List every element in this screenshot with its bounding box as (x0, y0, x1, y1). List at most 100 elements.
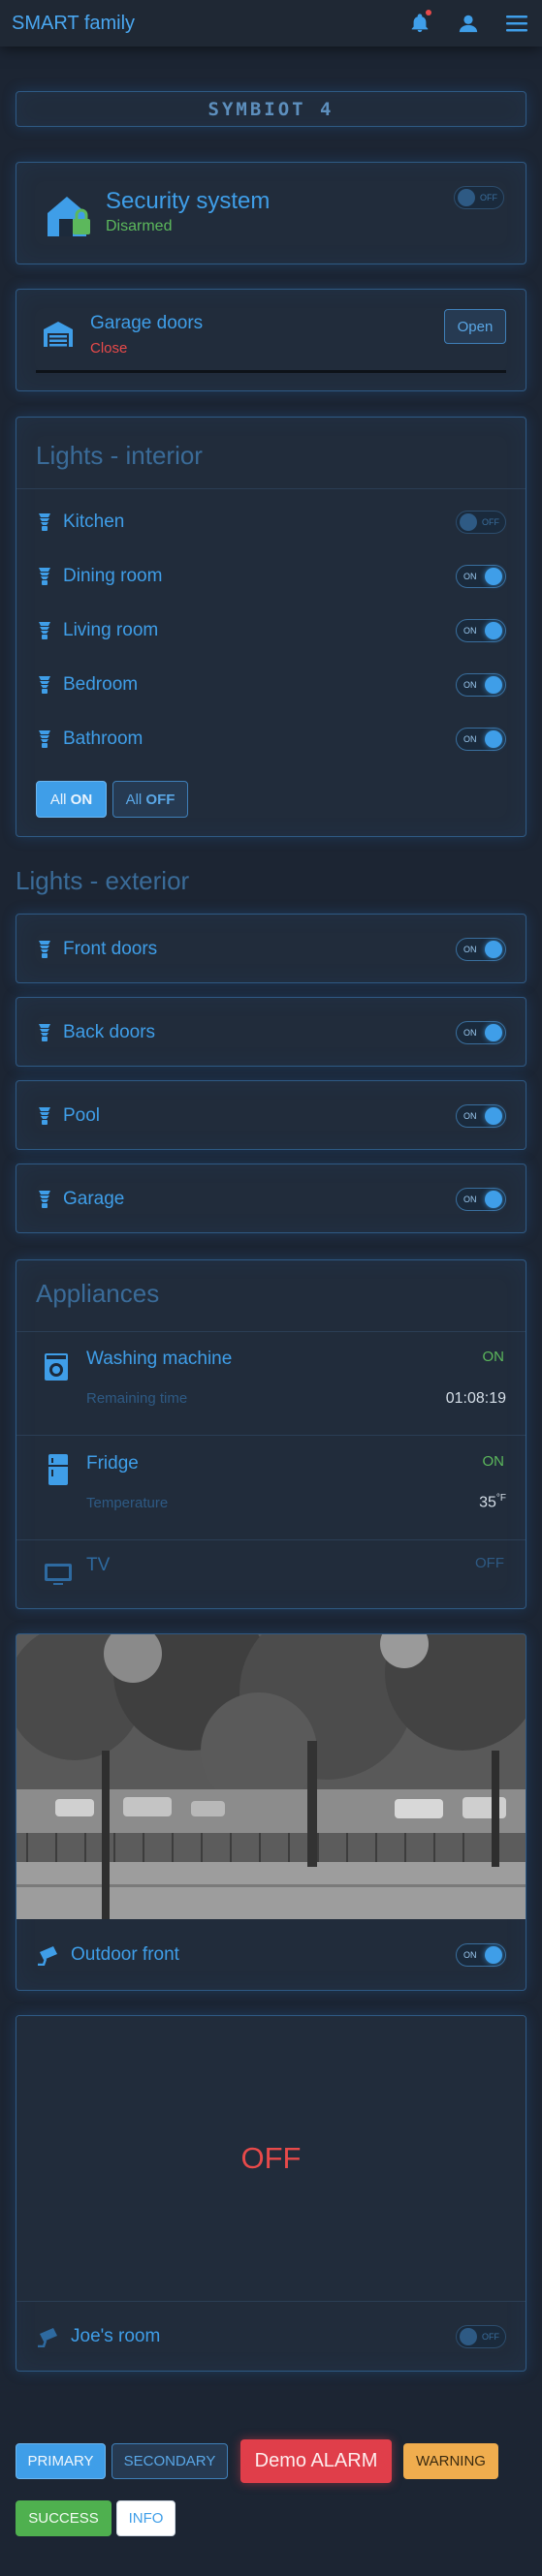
toggle-knob (460, 2327, 477, 2345)
bedroom-toggle[interactable]: ON (456, 673, 506, 697)
bulb-icon (36, 512, 53, 533)
light-card-garage: Garage ON (16, 1164, 526, 1233)
app-title: SMART family (12, 12, 136, 34)
camera-row-outdoor-front: Outdoor front ON (16, 1919, 526, 1990)
garage-doors-status: Close (90, 340, 128, 357)
all-off-bold: OFF (145, 791, 175, 808)
toggle-text: OFF (480, 193, 497, 202)
info-button[interactable]: INFO (116, 2500, 175, 2536)
all-off-prefix: All (125, 791, 143, 808)
toggle-text: ON (463, 680, 477, 690)
toggle-knob (485, 941, 502, 958)
secondary-button[interactable]: SECONDARY (112, 2443, 228, 2479)
toggle-knob (485, 730, 502, 748)
toggle-knob (460, 513, 477, 531)
security-status: Disarmed (106, 218, 173, 234)
bulb-icon (36, 674, 53, 696)
demo-alarm-button[interactable]: Demo ALARM (240, 2439, 392, 2483)
light-label: Pool (63, 1105, 101, 1126)
camera-label: Outdoor front (71, 1943, 179, 1965)
section-divider (16, 1539, 526, 1540)
camera-outdoor-front-card: Outdoor front ON (16, 1633, 526, 1991)
light-row-front-doors: Front doors ON (16, 915, 526, 984)
toggle-knob (485, 1024, 502, 1041)
toggle-text: ON (463, 1195, 477, 1204)
washing-machine-label: Washing machine (86, 1349, 233, 1369)
garage-doors-card: Garage doors Close Open (16, 289, 526, 391)
temperature-unit: °F (495, 1493, 506, 1504)
toggle-knob (485, 676, 502, 694)
menu-icon[interactable] (503, 10, 530, 37)
appliances-card: Appliances Washing machine ON Remaining … (16, 1259, 526, 1609)
dining-room-toggle[interactable]: ON (456, 565, 506, 588)
light-row-living-room: Living room ON (16, 605, 526, 656)
tv-label: TV (86, 1555, 111, 1575)
section-divider (16, 1331, 526, 1332)
fridge-label: Fridge (86, 1453, 139, 1474)
toggle-knob (485, 622, 502, 639)
washing-machine-status: ON (482, 1349, 505, 1365)
light-label: Bathroom (63, 729, 143, 749)
joes-room-toggle[interactable]: OFF (456, 2324, 506, 2348)
garage-open-button[interactable]: Open (444, 309, 506, 344)
primary-button[interactable]: PRIMARY (16, 2443, 106, 2479)
garage-toggle[interactable]: ON (456, 1188, 506, 1211)
outdoor-front-toggle[interactable]: ON (456, 1942, 506, 1967)
light-row-bathroom: Bathroom ON (16, 714, 526, 764)
lights-interior-title: Lights - interior (36, 441, 203, 470)
pool-toggle[interactable]: ON (456, 1104, 506, 1128)
garage-icon (42, 320, 75, 354)
toggle-text: ON (463, 734, 477, 744)
security-system-card: Security system Disarmed OFF (16, 162, 526, 264)
light-row-bedroom: Bedroom ON (16, 660, 526, 710)
all-on-prefix: All (49, 791, 67, 808)
fridge-icon (48, 1453, 69, 1491)
bulb-icon (36, 1022, 53, 1043)
living-room-toggle[interactable]: ON (456, 619, 506, 642)
camera-label: Joe's room (71, 2325, 161, 2346)
toggle-text: OFF (482, 2331, 499, 2342)
light-card-front-doors: Front doors ON (16, 914, 526, 983)
toggle-knob (485, 1945, 502, 1964)
toggle-text: ON (463, 1028, 477, 1038)
section-divider (16, 488, 526, 489)
all-off-button[interactable]: All OFF (112, 781, 188, 818)
toggle-knob (485, 1107, 502, 1125)
light-row-kitchen: Kitchen OFF (16, 497, 526, 547)
light-label: Bedroom (63, 674, 139, 695)
light-label: Kitchen (63, 512, 125, 532)
bulb-icon (36, 1105, 53, 1127)
security-toggle[interactable]: OFF (454, 186, 504, 209)
all-on-button[interactable]: All ON (36, 781, 107, 818)
warning-button[interactable]: WARNING (403, 2443, 498, 2479)
light-label: Dining room (63, 566, 163, 586)
bell-icon[interactable] (406, 10, 433, 37)
lights-interior-card: Lights - interior Kitchen OFF Dining roo… (16, 417, 526, 837)
camera-icon (36, 2326, 61, 2347)
light-label: Back doors (63, 1022, 156, 1042)
back-doors-toggle[interactable]: ON (456, 1021, 506, 1044)
tv-icon (44, 1562, 73, 1592)
bulb-icon (36, 566, 53, 587)
bulb-icon (36, 1189, 53, 1210)
brand-banner: SYMBIOT 4 (16, 91, 526, 127)
success-button[interactable]: SUCCESS (16, 2500, 112, 2536)
camera-feed-off[interactable]: OFF (16, 2016, 526, 2301)
toggle-text: ON (463, 1949, 477, 1960)
kitchen-toggle[interactable]: OFF (456, 511, 506, 534)
camera-feed-image[interactable] (16, 1634, 526, 1919)
washing-machine-icon (44, 1352, 69, 1386)
temperature-label: Temperature (86, 1495, 169, 1511)
notification-dot (426, 10, 431, 16)
front-doors-toggle[interactable]: ON (456, 938, 506, 961)
light-row-dining-room: Dining room ON (16, 551, 526, 602)
toggle-text: ON (463, 572, 477, 581)
light-label: Front doors (63, 939, 158, 959)
all-on-bold: ON (70, 791, 93, 808)
user-icon[interactable] (455, 10, 482, 37)
light-row-garage: Garage ON (16, 1164, 526, 1234)
bathroom-toggle[interactable]: ON (456, 728, 506, 751)
remaining-time-label: Remaining time (86, 1390, 188, 1407)
light-card-back-doors: Back doors ON (16, 997, 526, 1067)
camera-off-text: OFF (240, 2141, 302, 2175)
